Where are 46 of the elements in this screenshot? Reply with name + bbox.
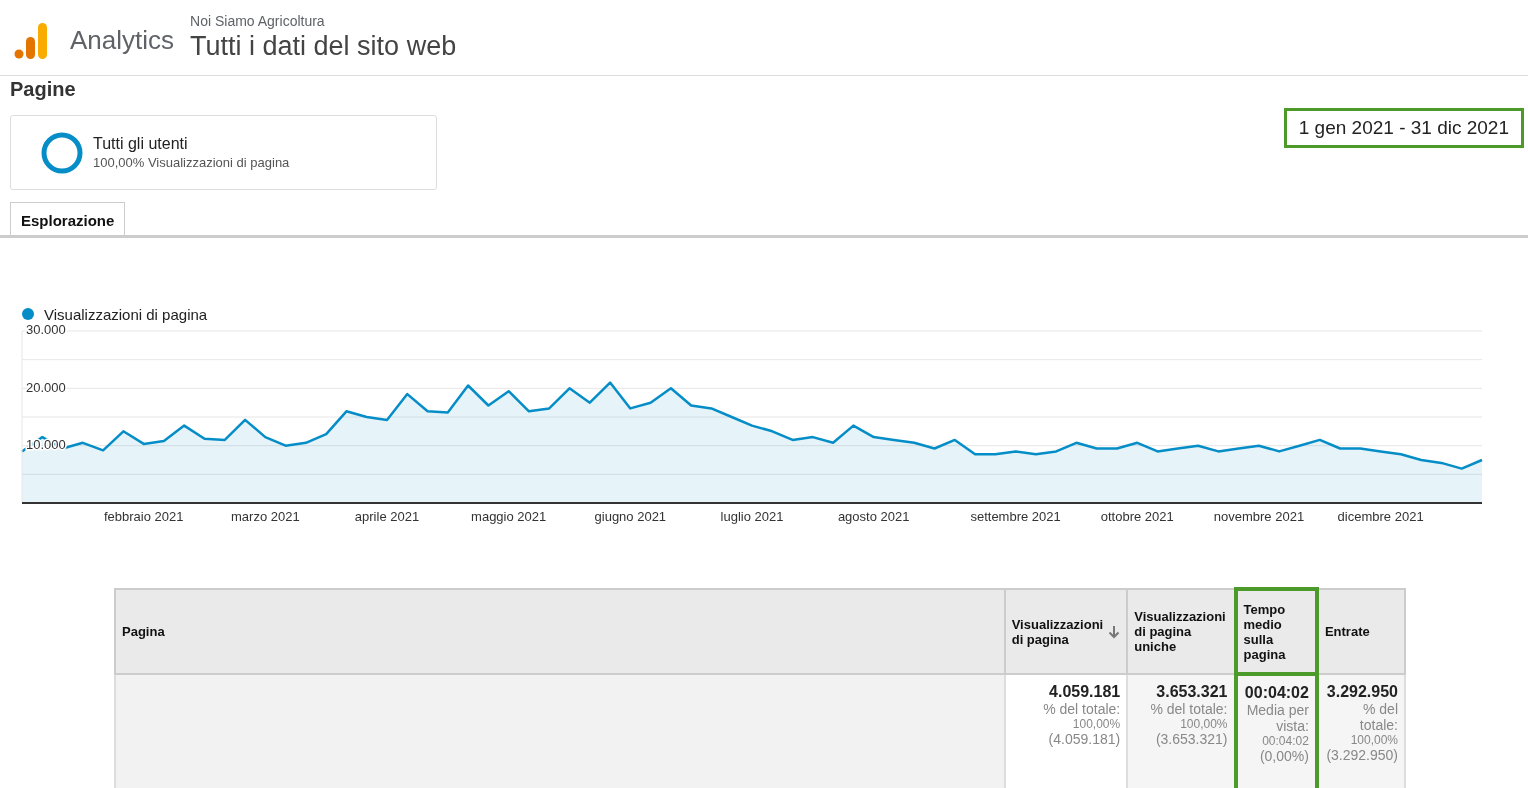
segment-ring-icon: [41, 131, 83, 174]
x-tick-label: luglio 2021: [720, 509, 784, 524]
x-tick-label: giugno 2021: [594, 509, 667, 524]
total-label: % del totale:: [1042, 701, 1121, 717]
column-header[interactable]: Visualizzazioni di pagina uniche: [1127, 589, 1236, 674]
column-header[interactable]: Visualizzazioni di pagina: [1004, 589, 1128, 674]
total-label: % del totale:: [1358, 701, 1398, 733]
x-tick-label: agosto 2021: [837, 509, 910, 524]
segment-name: Tutti gli utenti: [93, 135, 189, 153]
tab[interactable]: Esplorazione: [10, 202, 126, 235]
total-label: % del totale:: [1149, 701, 1228, 717]
date-range[interactable]: 1 gen 2021 - 31 dic 2021: [1283, 108, 1524, 148]
total-share: 00:04:02: [1261, 734, 1309, 748]
total-value: 00:04:02: [1243, 684, 1309, 702]
segment-detail: 100,00% Visualizzazioni di pagina: [93, 155, 290, 170]
column-header[interactable]: Pagina: [115, 589, 1005, 674]
total-base: (4.059.181): [1047, 731, 1121, 747]
total-base: (3.653.321): [1154, 731, 1228, 747]
analytics-logo-icon: [14, 22, 48, 59]
total-share: 100,00%: [1071, 717, 1121, 731]
total-base: (0,00%): [1258, 748, 1309, 764]
x-tick-label: aprile 2021: [354, 509, 420, 524]
y-tick-label: 20.000: [26, 379, 66, 395]
x-tick-label: febbraio 2021: [103, 509, 184, 524]
y-tick-label: 30.000: [26, 322, 66, 338]
view-name[interactable]: Tutti i dati del sito web: [190, 31, 457, 62]
column-header[interactable]: Entrate: [1316, 589, 1405, 674]
segment-card[interactable]: Tutti gli utenti 100,00% Visualizzazioni di pagina: [10, 115, 437, 190]
x-tick-label: dicembre 2021: [1337, 509, 1424, 524]
total-value: 3.292.950: [1325, 683, 1398, 701]
x-tick-label: settembre 2021: [970, 509, 1061, 524]
total-label: Media per vista:: [1245, 702, 1309, 734]
x-tick-label: ottobre 2021: [1100, 509, 1174, 524]
total-value: 3.653.321: [1155, 683, 1228, 701]
legend-label: Visualizzazioni di pagina: [44, 305, 208, 323]
column-header[interactable]: Tempo medio sulla pagina: [1235, 589, 1317, 674]
x-tick-label: marzo 2021: [231, 509, 300, 524]
x-tick-label: novembre 2021: [1213, 509, 1305, 524]
total-share: 100,00%: [1349, 733, 1398, 747]
account-name[interactable]: Noi Siamo Agricoltura: [190, 13, 457, 29]
total-share: 100,00%: [1179, 717, 1228, 731]
total-base: (3.292.950): [1325, 747, 1398, 763]
x-tick-label: maggio 2021: [471, 509, 547, 524]
product-name: Analytics: [70, 25, 175, 56]
total-value: 4.059.181: [1048, 683, 1121, 701]
page-title: Pagine: [10, 78, 77, 101]
